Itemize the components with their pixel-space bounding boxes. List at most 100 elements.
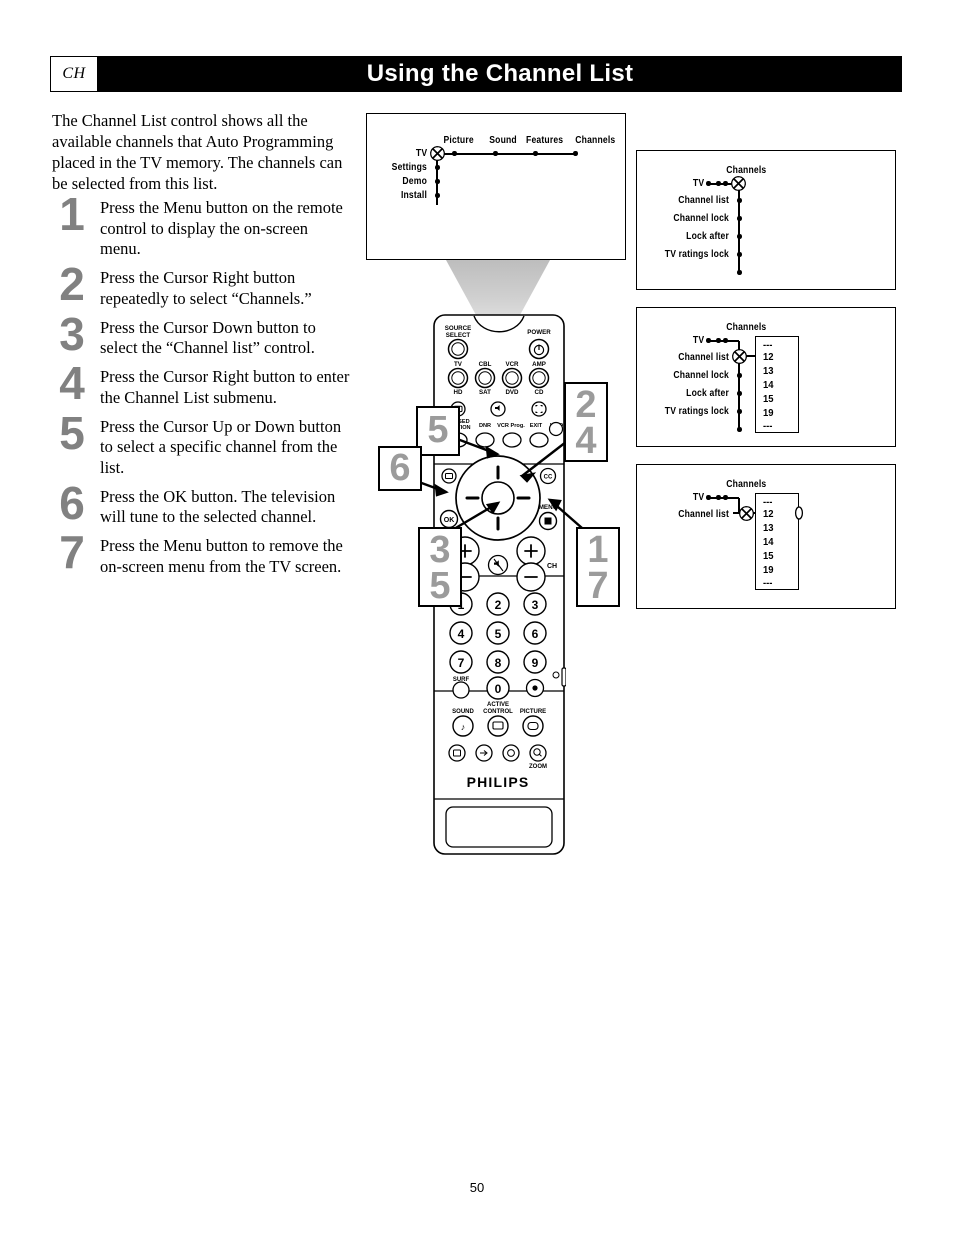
channel-list-item[interactable]: 14 (763, 536, 774, 548)
menu-panel-channel-list-selected: Channels TV Channel list Channel lock Lo… (636, 307, 896, 447)
label-active: ACTIVE (487, 702, 509, 708)
callout-number: 6 (389, 447, 411, 489)
step-number: 4 (59, 357, 85, 409)
menu-tree: Channels TV Channel list --- 12 13 14 15… (637, 465, 895, 608)
menu-label-lock-after: Lock after (686, 388, 729, 399)
tree-dot (737, 373, 742, 378)
page-number: 50 (469, 1180, 485, 1195)
side-button[interactable] (561, 667, 566, 687)
channel-list-item[interactable]: --- (763, 339, 772, 351)
callout-step-6: 6 (378, 446, 422, 491)
menu-label-tv-root: TV (692, 178, 705, 189)
cursor-marker-icon (732, 349, 747, 364)
step-number: 2 (59, 258, 85, 310)
tree-dot (435, 193, 440, 198)
surf-button[interactable] (452, 681, 470, 699)
tree-dot (737, 427, 742, 432)
key-label-5: 5 (495, 627, 502, 641)
label-cbl: CBL (479, 361, 492, 368)
key-label-9: 9 (532, 656, 539, 670)
tree-dot (716, 181, 721, 186)
brand-logo: PHILIPS (467, 774, 530, 790)
step-text: Press the OK button. The television will… (100, 486, 336, 527)
chapter-tab-label: CH (62, 65, 86, 82)
tree-dot (737, 391, 742, 396)
label-power: POWER (527, 329, 551, 336)
tree-dot (435, 179, 440, 184)
menu-panel-channels: Channels TV Channel list Channel lock Lo… (636, 150, 896, 290)
key-label-0: 0 (495, 682, 502, 696)
scroll-indicator-icon (794, 506, 804, 520)
manual-page: CH Using the Channel List The Channel Li… (0, 0, 954, 1235)
channel-list-item[interactable]: 14 (763, 379, 774, 391)
tree-dot (737, 409, 742, 414)
menu-label-channel-list: Channel list (678, 352, 729, 363)
step-item: 6 Press the OK button. The television wi… (52, 477, 352, 529)
menu-panel-channel-selected: Channels TV Channel list --- 12 13 14 15… (636, 464, 896, 609)
callout-step-2-4: 2 4 (564, 382, 608, 462)
callout-number: 4 (575, 420, 597, 463)
channel-list-item[interactable]: --- (763, 496, 772, 508)
step-text: Press the Menu button to remove the on-s… (100, 536, 343, 576)
channel-list-item-selected[interactable]: 12 (763, 508, 774, 520)
channel-list-item[interactable]: 19 (763, 407, 774, 419)
tree-dot (493, 151, 498, 156)
menu-label-tv-ratings-lock: TV ratings lock (664, 406, 729, 417)
callout-number: 5 (429, 565, 451, 608)
channel-list-item[interactable]: 13 (763, 365, 774, 377)
menu-label-demo: Demo (402, 176, 427, 187)
tree-dot (533, 151, 538, 156)
tree-dot (737, 252, 742, 257)
step-number: 3 (59, 307, 85, 360)
channel-list-item[interactable]: --- (763, 420, 772, 432)
active-control-button[interactable] (487, 715, 509, 737)
intro-paragraph: The Channel List control shows all the a… (52, 111, 343, 193)
music-note-icon: ♪ (461, 722, 466, 732)
channel-list-item[interactable]: 13 (763, 522, 774, 534)
callout-number: 1 (587, 529, 609, 571)
step-number: 5 (59, 406, 85, 459)
step-item: 3 Press the Cursor Down button to select… (52, 308, 352, 360)
tree-dot (706, 181, 711, 186)
menu-label-sound: Sound (489, 135, 517, 146)
tree-horizontal-line (439, 152, 576, 155)
step-text: Press the Cursor Down button to select t… (100, 317, 316, 358)
step-number: 1 (59, 188, 85, 240)
tree-dot (723, 495, 728, 500)
menu-label-lock-after: Lock after (686, 231, 729, 242)
channel-list-item[interactable]: 19 (763, 564, 774, 576)
menu-tree: Channels TV Channel list Channel lock Lo… (637, 151, 895, 289)
freeze-button[interactable] (502, 744, 520, 762)
picture-button[interactable] (522, 715, 544, 737)
key-label-4: 4 (458, 627, 465, 641)
tree-dot (723, 181, 728, 186)
teletext-button[interactable] (448, 744, 466, 762)
label-sound: SOUND (452, 709, 474, 715)
channel-list-item[interactable]: 15 (763, 550, 774, 562)
menu-heading-channels: Channels (726, 322, 767, 333)
channel-list-item[interactable]: 15 (763, 393, 774, 405)
callout-number: 3 (429, 529, 451, 571)
tv-screen-menu-panel: Picture Sound Features Channels TV Setti… (366, 113, 626, 260)
step-text: Press the Cursor Right button to enter t… (100, 367, 350, 407)
callout-number: 2 (575, 384, 597, 426)
menu-label-features: Features (526, 135, 564, 146)
chapter-tab: CH (50, 56, 98, 92)
menu-tree: Picture Sound Features Channels TV Setti… (367, 114, 625, 259)
tree-dot (716, 338, 721, 343)
step-item: 2 Press the Cursor Right button repeated… (52, 258, 352, 310)
step-text: Press the Cursor Right button repeatedly… (100, 268, 312, 308)
menu-label-tv-root: TV (692, 492, 705, 503)
channel-list-item[interactable]: --- (763, 577, 772, 589)
callout-step-1-7: 1 7 (576, 527, 620, 607)
step-item: 4 Press the Cursor Right button to enter… (52, 357, 352, 409)
key-label-7: 7 (458, 656, 465, 670)
label-control: CONTROL (483, 709, 513, 715)
step-number: 6 (59, 476, 85, 529)
channel-list-box: --- 12 13 14 15 19 --- (755, 336, 799, 433)
key-label-8: 8 (495, 656, 502, 670)
zoom-button[interactable] (529, 744, 547, 762)
channel-list-item[interactable]: 12 (763, 351, 774, 363)
key-label-6: 6 (532, 627, 539, 641)
menu-label-picture: Picture (443, 135, 474, 146)
